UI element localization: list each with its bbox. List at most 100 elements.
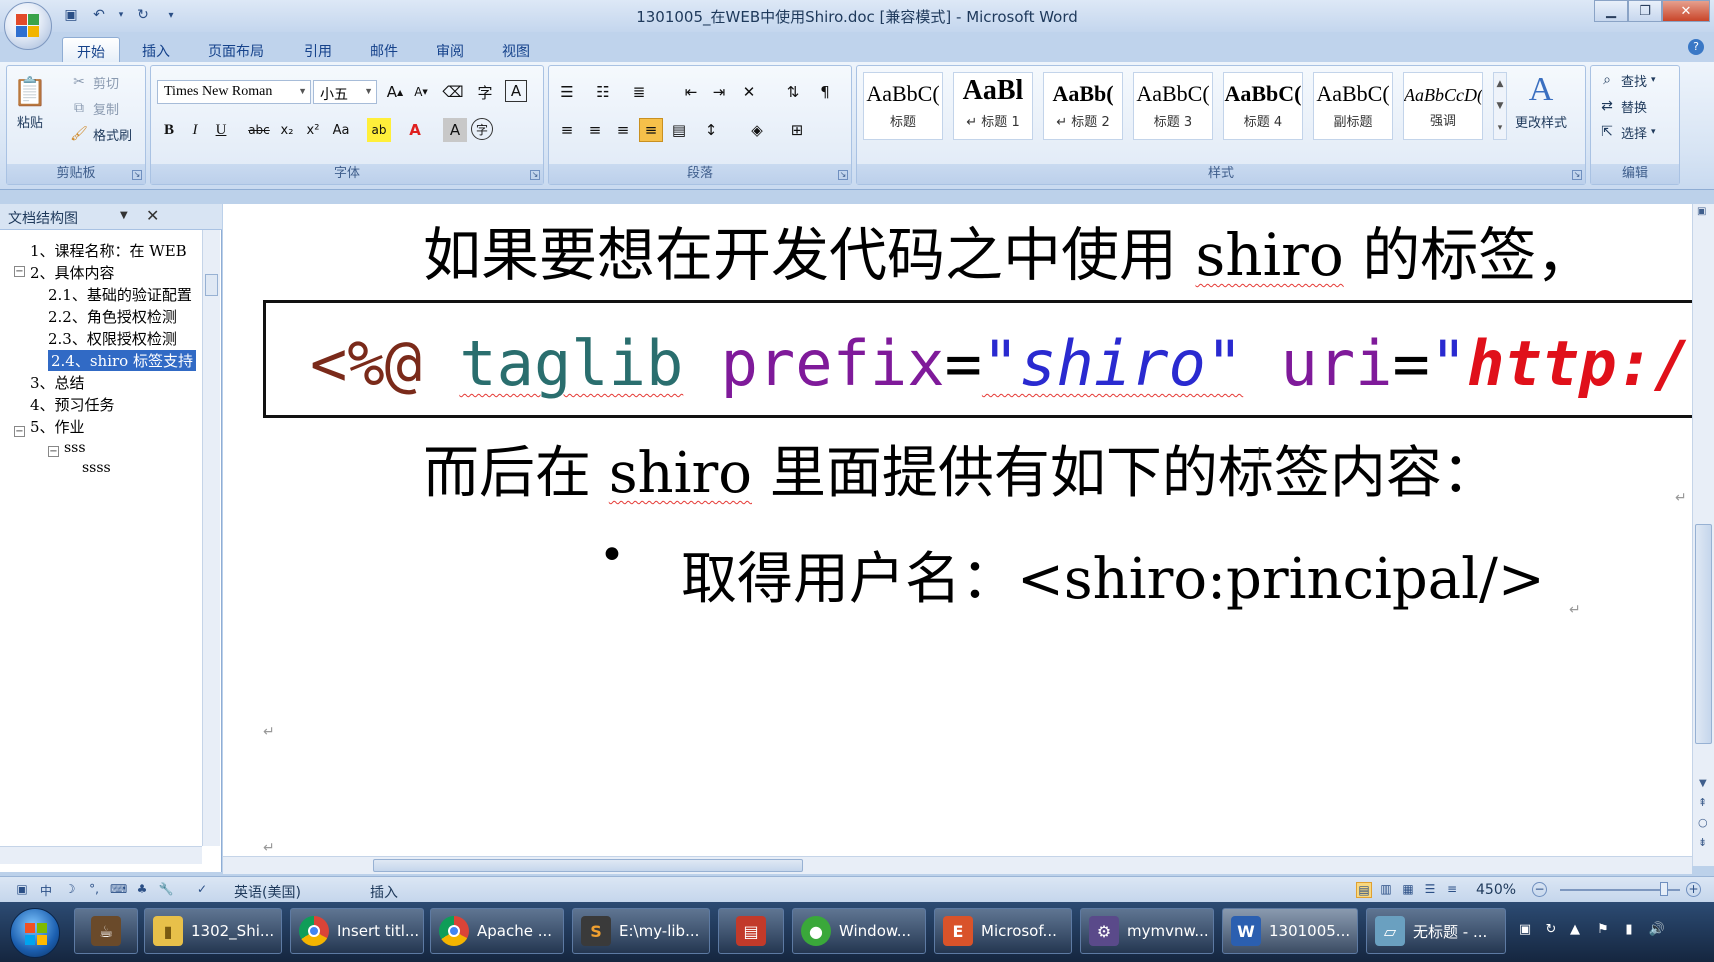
restore-button[interactable]: ❐: [1628, 0, 1662, 22]
close-button[interactable]: ✕: [1662, 0, 1710, 22]
style-title[interactable]: AaBbC( 标题: [863, 72, 943, 140]
asian-layout-icon[interactable]: ✕: [737, 80, 761, 104]
start-button[interactable]: [10, 908, 60, 958]
nav-item-basic-auth[interactable]: 2.1、基础的验证配置: [48, 284, 192, 305]
browse-object-icon[interactable]: ○: [1698, 816, 1708, 829]
font-size-combo[interactable]: 小五 ▼: [313, 80, 377, 104]
taskbar-task-ide[interactable]: ⚙ mymvnw...: [1080, 908, 1214, 954]
tab-home[interactable]: 开始: [62, 37, 120, 62]
nav-item-course-name[interactable]: 1、课程名称：在 WEB: [30, 240, 187, 261]
collapse-icon[interactable]: −: [14, 426, 25, 437]
style-emphasis[interactable]: AaBbCcD( 强调: [1403, 72, 1483, 140]
office-button[interactable]: [4, 2, 52, 50]
font-launcher-icon[interactable]: ↘: [530, 170, 540, 180]
taskbar-task-notepad[interactable]: ▱ 无标题 - ...: [1366, 908, 1506, 954]
doc-vertical-scrollbar[interactable]: ▣ ▼ ⇞ ○ ⇟: [1692, 204, 1714, 866]
doc-horizontal-scroll-thumb[interactable]: [373, 859, 803, 872]
document-page[interactable]: 如果要想在开发代码之中使用 shiro 的标签， <%@ taglib pref…: [223, 204, 1692, 866]
collapse-icon[interactable]: −: [48, 446, 59, 457]
next-page-icon[interactable]: ⇟: [1698, 836, 1707, 849]
clipboard-launcher-icon[interactable]: ↘: [132, 170, 142, 180]
clear-format-icon[interactable]: ⌫: [441, 80, 465, 104]
taskbar-task-window[interactable]: ● Window...: [792, 908, 926, 954]
char-border-icon[interactable]: A: [505, 80, 527, 102]
border-icon[interactable]: ⊞: [785, 118, 809, 142]
nav-item-preview[interactable]: 4、预习任务: [30, 394, 115, 415]
zoom-slider-thumb[interactable]: [1660, 882, 1668, 896]
ime-moon-icon[interactable]: ☽: [62, 882, 78, 898]
font-name-combo[interactable]: Times New Roman ▼: [157, 80, 311, 104]
taskbar-pinned-app[interactable]: ☕: [74, 908, 138, 954]
taskbar-task-word[interactable]: W 1301005...: [1222, 908, 1358, 954]
draft-view-icon[interactable]: ≡: [1444, 882, 1460, 898]
help-icon[interactable]: ?: [1688, 39, 1704, 55]
replace-button[interactable]: ⇄ 替换: [1597, 96, 1647, 116]
nav-item-ssss[interactable]: ssss: [82, 460, 111, 476]
proofing-icon[interactable]: ✓: [194, 882, 210, 898]
grow-font-icon[interactable]: A ▲: [383, 80, 407, 104]
tab-references[interactable]: 引用: [290, 37, 346, 62]
style-heading-2[interactable]: AaBb( ↵ 标题 2: [1043, 72, 1123, 140]
language-status[interactable]: 英语(美国): [234, 882, 301, 902]
tray-ime-icon[interactable]: ▣: [1516, 922, 1534, 940]
page-view-icon[interactable]: ▣: [14, 882, 30, 898]
enclose-char-icon[interactable]: 字: [471, 118, 493, 140]
show-marks-icon[interactable]: ¶: [813, 80, 837, 104]
nav-vertical-scrollbar[interactable]: [202, 230, 220, 846]
chevron-down-icon[interactable]: ▼: [120, 210, 128, 221]
print-layout-view-icon[interactable]: ▤: [1356, 882, 1372, 898]
tab-review[interactable]: 审阅: [422, 37, 478, 62]
increase-indent-icon[interactable]: ⇥: [707, 80, 731, 104]
align-right-icon[interactable]: ≡: [611, 118, 635, 142]
taskbar-task-office[interactable]: E Microsof...: [934, 908, 1072, 954]
ime-tools-icon[interactable]: ♣: [134, 882, 150, 898]
ime-mode-icon[interactable]: 中: [38, 882, 54, 898]
align-center-icon[interactable]: ≡: [583, 118, 607, 142]
cut-button[interactable]: ✂ 剪切: [69, 72, 119, 92]
decrease-indent-icon[interactable]: ⇤: [679, 80, 703, 104]
web-layout-icon[interactable]: ▦: [1400, 882, 1416, 898]
style-heading-3[interactable]: AaBbC( 标题 3: [1133, 72, 1213, 140]
tray-flag-icon[interactable]: ⚑: [1594, 922, 1612, 940]
scroll-down-icon[interactable]: ▼: [1699, 778, 1707, 789]
nav-item-sss[interactable]: sss: [64, 440, 86, 456]
underline-icon[interactable]: U: [209, 118, 233, 142]
sort-icon[interactable]: ⇅: [781, 80, 805, 104]
zoom-level[interactable]: 450%: [1476, 882, 1516, 898]
italic-icon[interactable]: I: [183, 118, 207, 142]
style-heading-1[interactable]: AaBl ↵ 标题 1: [953, 72, 1033, 140]
taskbar-task-sublime[interactable]: S E:\my-lib...: [572, 908, 710, 954]
nav-item-summary[interactable]: 3、总结: [30, 372, 85, 393]
style-subtitle[interactable]: AaBbC( 副标题: [1313, 72, 1393, 140]
align-left-icon[interactable]: ≡: [555, 118, 579, 142]
distributed-icon[interactable]: ▤: [667, 118, 691, 142]
numbering-icon[interactable]: ☷: [591, 80, 615, 104]
prev-page-icon[interactable]: ⇞: [1698, 796, 1707, 809]
ruler-toggle-icon[interactable]: ▣: [1697, 206, 1706, 217]
select-button[interactable]: ⇱ 选择 ▾: [1597, 122, 1655, 142]
paragraph-launcher-icon[interactable]: ↘: [838, 170, 848, 180]
collapse-icon[interactable]: −: [14, 266, 25, 277]
nav-item-role-auth[interactable]: 2.2、角色授权检测: [48, 306, 177, 327]
taskbar-task-folder[interactable]: ▮ 1302_Shi...: [144, 908, 282, 954]
highlight-icon[interactable]: ab: [367, 118, 391, 142]
multilevel-list-icon[interactable]: ≣: [627, 80, 651, 104]
char-shading-icon[interactable]: A: [443, 118, 467, 142]
style-heading-4[interactable]: AaBbC( 标题 4: [1223, 72, 1303, 140]
paste-button[interactable]: 📋 粘贴: [13, 72, 48, 132]
nav-item-homework[interactable]: 5、作业: [30, 416, 85, 437]
nav-horizontal-scrollbar[interactable]: [0, 846, 202, 864]
line-spacing-icon[interactable]: ↕: [699, 118, 723, 142]
nav-item-shiro-tags[interactable]: 2.4、shiro 标签支持: [48, 350, 196, 371]
close-icon[interactable]: ✕: [146, 206, 159, 225]
outline-view-icon[interactable]: ☰: [1422, 882, 1438, 898]
zoom-out-icon[interactable]: −: [1532, 882, 1547, 897]
ime-punct-icon[interactable]: °,: [86, 882, 102, 898]
zoom-in-icon[interactable]: +: [1686, 882, 1701, 897]
styles-scroll-icon[interactable]: ▲ ▼ ▾: [1493, 72, 1507, 140]
superscript-icon[interactable]: x²: [301, 118, 325, 142]
bold-icon[interactable]: B: [157, 118, 181, 142]
justify-icon[interactable]: ≡: [639, 118, 663, 142]
nav-item-content[interactable]: 2、具体内容: [30, 262, 115, 283]
taskbar-task-chrome-1[interactable]: Insert titl...: [290, 908, 424, 954]
